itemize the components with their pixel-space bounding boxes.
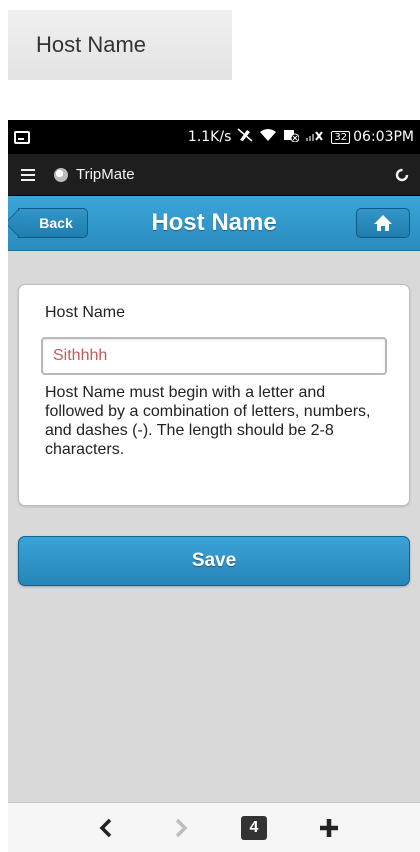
app-bar: TripMate [8,154,420,196]
browser-bottom-bar: 4 [8,802,420,852]
menu-icon[interactable] [8,154,48,196]
home-icon [374,215,392,231]
refresh-icon[interactable] [384,154,420,196]
caption-label: Host Name [8,10,232,80]
content-area: Host Name Host Name must begin with a le… [8,284,420,586]
page-title: Host Name [151,209,277,236]
app-logo-icon [54,167,68,182]
save-button[interactable]: Save [18,536,410,586]
new-tab-icon[interactable] [311,803,347,852]
back-button[interactable]: Back [18,208,88,238]
host-name-input[interactable] [41,337,387,375]
clock: 06:03PM [353,129,414,145]
host-name-help-text: Host Name must begin with a letter and f… [45,384,371,458]
forward-arrow-icon[interactable] [163,803,199,852]
network-speed: 1.1K/s [187,129,232,145]
sync-off-icon [283,128,300,146]
mute-icon [237,128,253,146]
status-bar: 1.1K/s 32 06:03PM [8,120,420,154]
battery-icon: 32 [331,130,351,144]
signal-icon [305,128,324,146]
phone-screen: 1.1K/s 32 06:03PM TripMate Back Host Nam… [8,120,420,852]
home-button[interactable] [356,208,410,238]
host-name-card: Host Name Host Name must begin with a le… [18,284,410,506]
back-button-label: Back [39,215,73,231]
tab-count: 4 [241,816,267,840]
host-name-label: Host Name [45,304,126,321]
screenshot-icon [14,130,30,144]
wifi-icon [259,128,277,146]
nav-bar: Back Host Name [8,196,420,251]
back-arrow-icon[interactable] [88,803,124,852]
app-name: TripMate [76,166,135,183]
tabs-button[interactable]: 4 [236,803,272,852]
